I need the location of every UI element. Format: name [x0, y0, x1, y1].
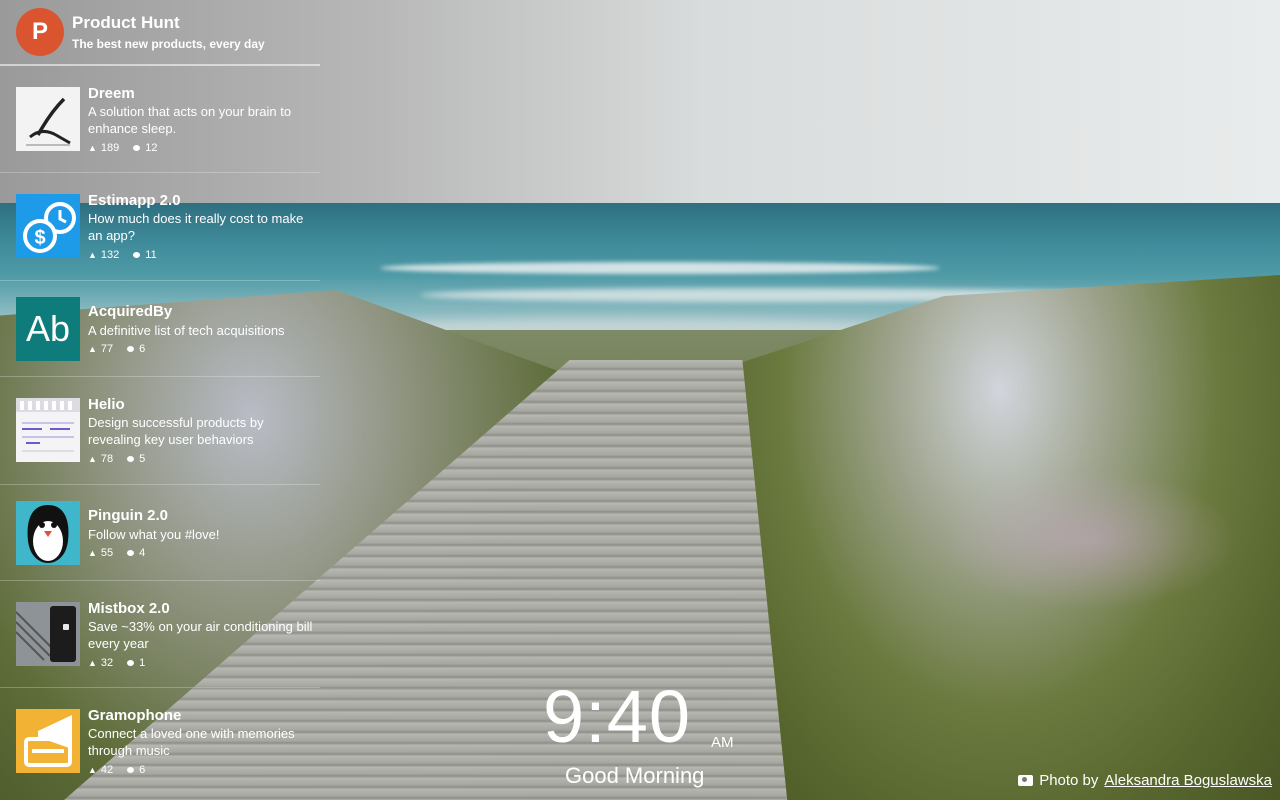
product-description: Design successful products by revealing …	[88, 415, 264, 447]
photo-author-link[interactable]: Aleksandra Boguslawska	[1104, 772, 1272, 789]
helio-screenshot-icon	[16, 398, 80, 462]
votes-count: ▲ 42	[88, 764, 113, 776]
product-description: A solution that acts on your brain to en…	[88, 104, 292, 136]
votes-value: 42	[100, 764, 114, 776]
product-stats: ▲ 55 4	[88, 547, 145, 559]
product-item-estimapp[interactable]: $ Estimapp 2.0 How much does it really c…	[0, 173, 320, 281]
product-hunt-logo-icon[interactable]: P	[16, 8, 64, 56]
votes-count: ▲ 78	[88, 453, 113, 465]
acquiredby-logo-icon: Ab	[16, 297, 80, 361]
clock-time: 9:40	[543, 675, 692, 758]
votes-value: 55	[100, 547, 114, 559]
pinguin-logo-icon	[16, 501, 80, 565]
gramophone-logo-icon	[16, 709, 80, 773]
upvote-icon: ▲	[88, 765, 97, 775]
comment-icon	[127, 456, 135, 462]
votes-count: ▲ 189	[88, 142, 119, 154]
product-name[interactable]: Helio	[88, 396, 125, 413]
comment-icon	[127, 767, 135, 773]
camera-icon	[1018, 775, 1034, 786]
votes-value: 78	[100, 453, 114, 465]
product-item-helio[interactable]: Helio Design successful products by reve…	[0, 377, 320, 485]
votes-value: 32	[100, 657, 114, 669]
product-name[interactable]: Pinguin 2.0	[88, 507, 168, 524]
comments-value: 12	[145, 142, 158, 154]
comments-count: 12	[133, 142, 158, 154]
votes-value: 77	[100, 343, 114, 355]
product-name[interactable]: Estimapp 2.0	[88, 192, 181, 209]
greeting-text: Good Morning	[565, 763, 705, 788]
comments-value: 11	[145, 249, 157, 261]
product-description: Save ~33% on your air conditioning bill …	[88, 619, 313, 651]
product-stats: ▲ 42 6	[88, 764, 145, 776]
votes-value: 189	[100, 142, 120, 154]
comments-value: 1	[139, 657, 146, 669]
comments-count: 4	[127, 547, 145, 559]
product-name[interactable]: AcquiredBy	[88, 303, 172, 320]
svg-text:$: $	[34, 227, 45, 249]
votes-count: ▲ 32	[88, 657, 113, 669]
dreem-logo-icon	[16, 87, 80, 151]
product-stats: ▲ 132 11	[88, 249, 157, 261]
product-description: A definitive list of tech acquisitions	[88, 323, 285, 338]
comments-count: 11	[133, 249, 157, 261]
product-item-mistbox[interactable]: Mistbox 2.0 Save ~33% on your air condit…	[0, 581, 320, 688]
clock-ampm: AM	[711, 734, 734, 751]
mistbox-product-icon	[16, 602, 80, 666]
comments-count: 1	[127, 657, 145, 669]
product-description: How much does it really cost to make an …	[88, 211, 304, 243]
product-hunt-title[interactable]: Product Hunt	[72, 13, 180, 33]
photo-credit-prefix: Photo by	[1039, 772, 1099, 789]
comments-value: 5	[139, 453, 146, 465]
product-stats: ▲ 32 1	[88, 657, 145, 669]
product-description: Connect a loved one with memories throug…	[88, 726, 295, 758]
upvote-icon: ▲	[88, 344, 97, 354]
product-name[interactable]: Mistbox 2.0	[88, 600, 170, 617]
photo-credit: Photo by Aleksandra Boguslawska	[1018, 772, 1272, 789]
upvote-icon: ▲	[88, 658, 97, 668]
product-item-acquiredby[interactable]: Ab AcquiredBy A definitive list of tech …	[0, 281, 320, 377]
product-hunt-header[interactable]: P Product Hunt The best new products, ev…	[0, 0, 320, 65]
estimapp-logo-icon: $	[16, 194, 80, 258]
upvote-icon: ▲	[88, 454, 97, 464]
product-stats: ▲ 78 5	[88, 453, 145, 465]
upvote-icon: ▲	[88, 250, 97, 260]
comments-count: 6	[127, 343, 145, 355]
product-hunt-tagline: The best new products, every day	[72, 37, 265, 51]
comments-value: 6	[139, 764, 146, 776]
product-name[interactable]: Dreem	[88, 85, 135, 102]
upvote-icon: ▲	[88, 548, 97, 558]
votes-value: 132	[100, 249, 120, 261]
product-description: Follow what you #love!	[88, 527, 220, 542]
comments-count: 5	[127, 453, 145, 465]
comment-icon	[127, 550, 135, 556]
comment-icon	[133, 252, 141, 258]
comments-count: 6	[127, 764, 145, 776]
product-item-dreem[interactable]: Dreem A solution that acts on your brain…	[0, 66, 320, 173]
wildflowers	[940, 470, 1240, 610]
product-item-pinguin[interactable]: Pinguin 2.0 Follow what you #love! ▲ 55 4	[0, 485, 320, 581]
comments-value: 6	[139, 343, 146, 355]
comment-icon	[133, 145, 141, 151]
comment-icon	[127, 346, 135, 352]
votes-count: ▲ 77	[88, 343, 113, 355]
votes-count: ▲ 132	[88, 249, 119, 261]
votes-count: ▲ 55	[88, 547, 113, 559]
product-hunt-sidebar: P Product Hunt The best new products, ev…	[0, 0, 320, 800]
upvote-icon: ▲	[88, 143, 97, 153]
wave	[380, 262, 940, 274]
comments-value: 4	[139, 547, 146, 559]
comment-icon	[127, 660, 135, 666]
product-stats: ▲ 77 6	[88, 343, 145, 355]
product-stats: ▲ 189 12	[88, 142, 158, 154]
product-item-gramophone[interactable]: Gramophone Connect a loved one with memo…	[0, 688, 320, 798]
product-name[interactable]: Gramophone	[88, 707, 181, 724]
